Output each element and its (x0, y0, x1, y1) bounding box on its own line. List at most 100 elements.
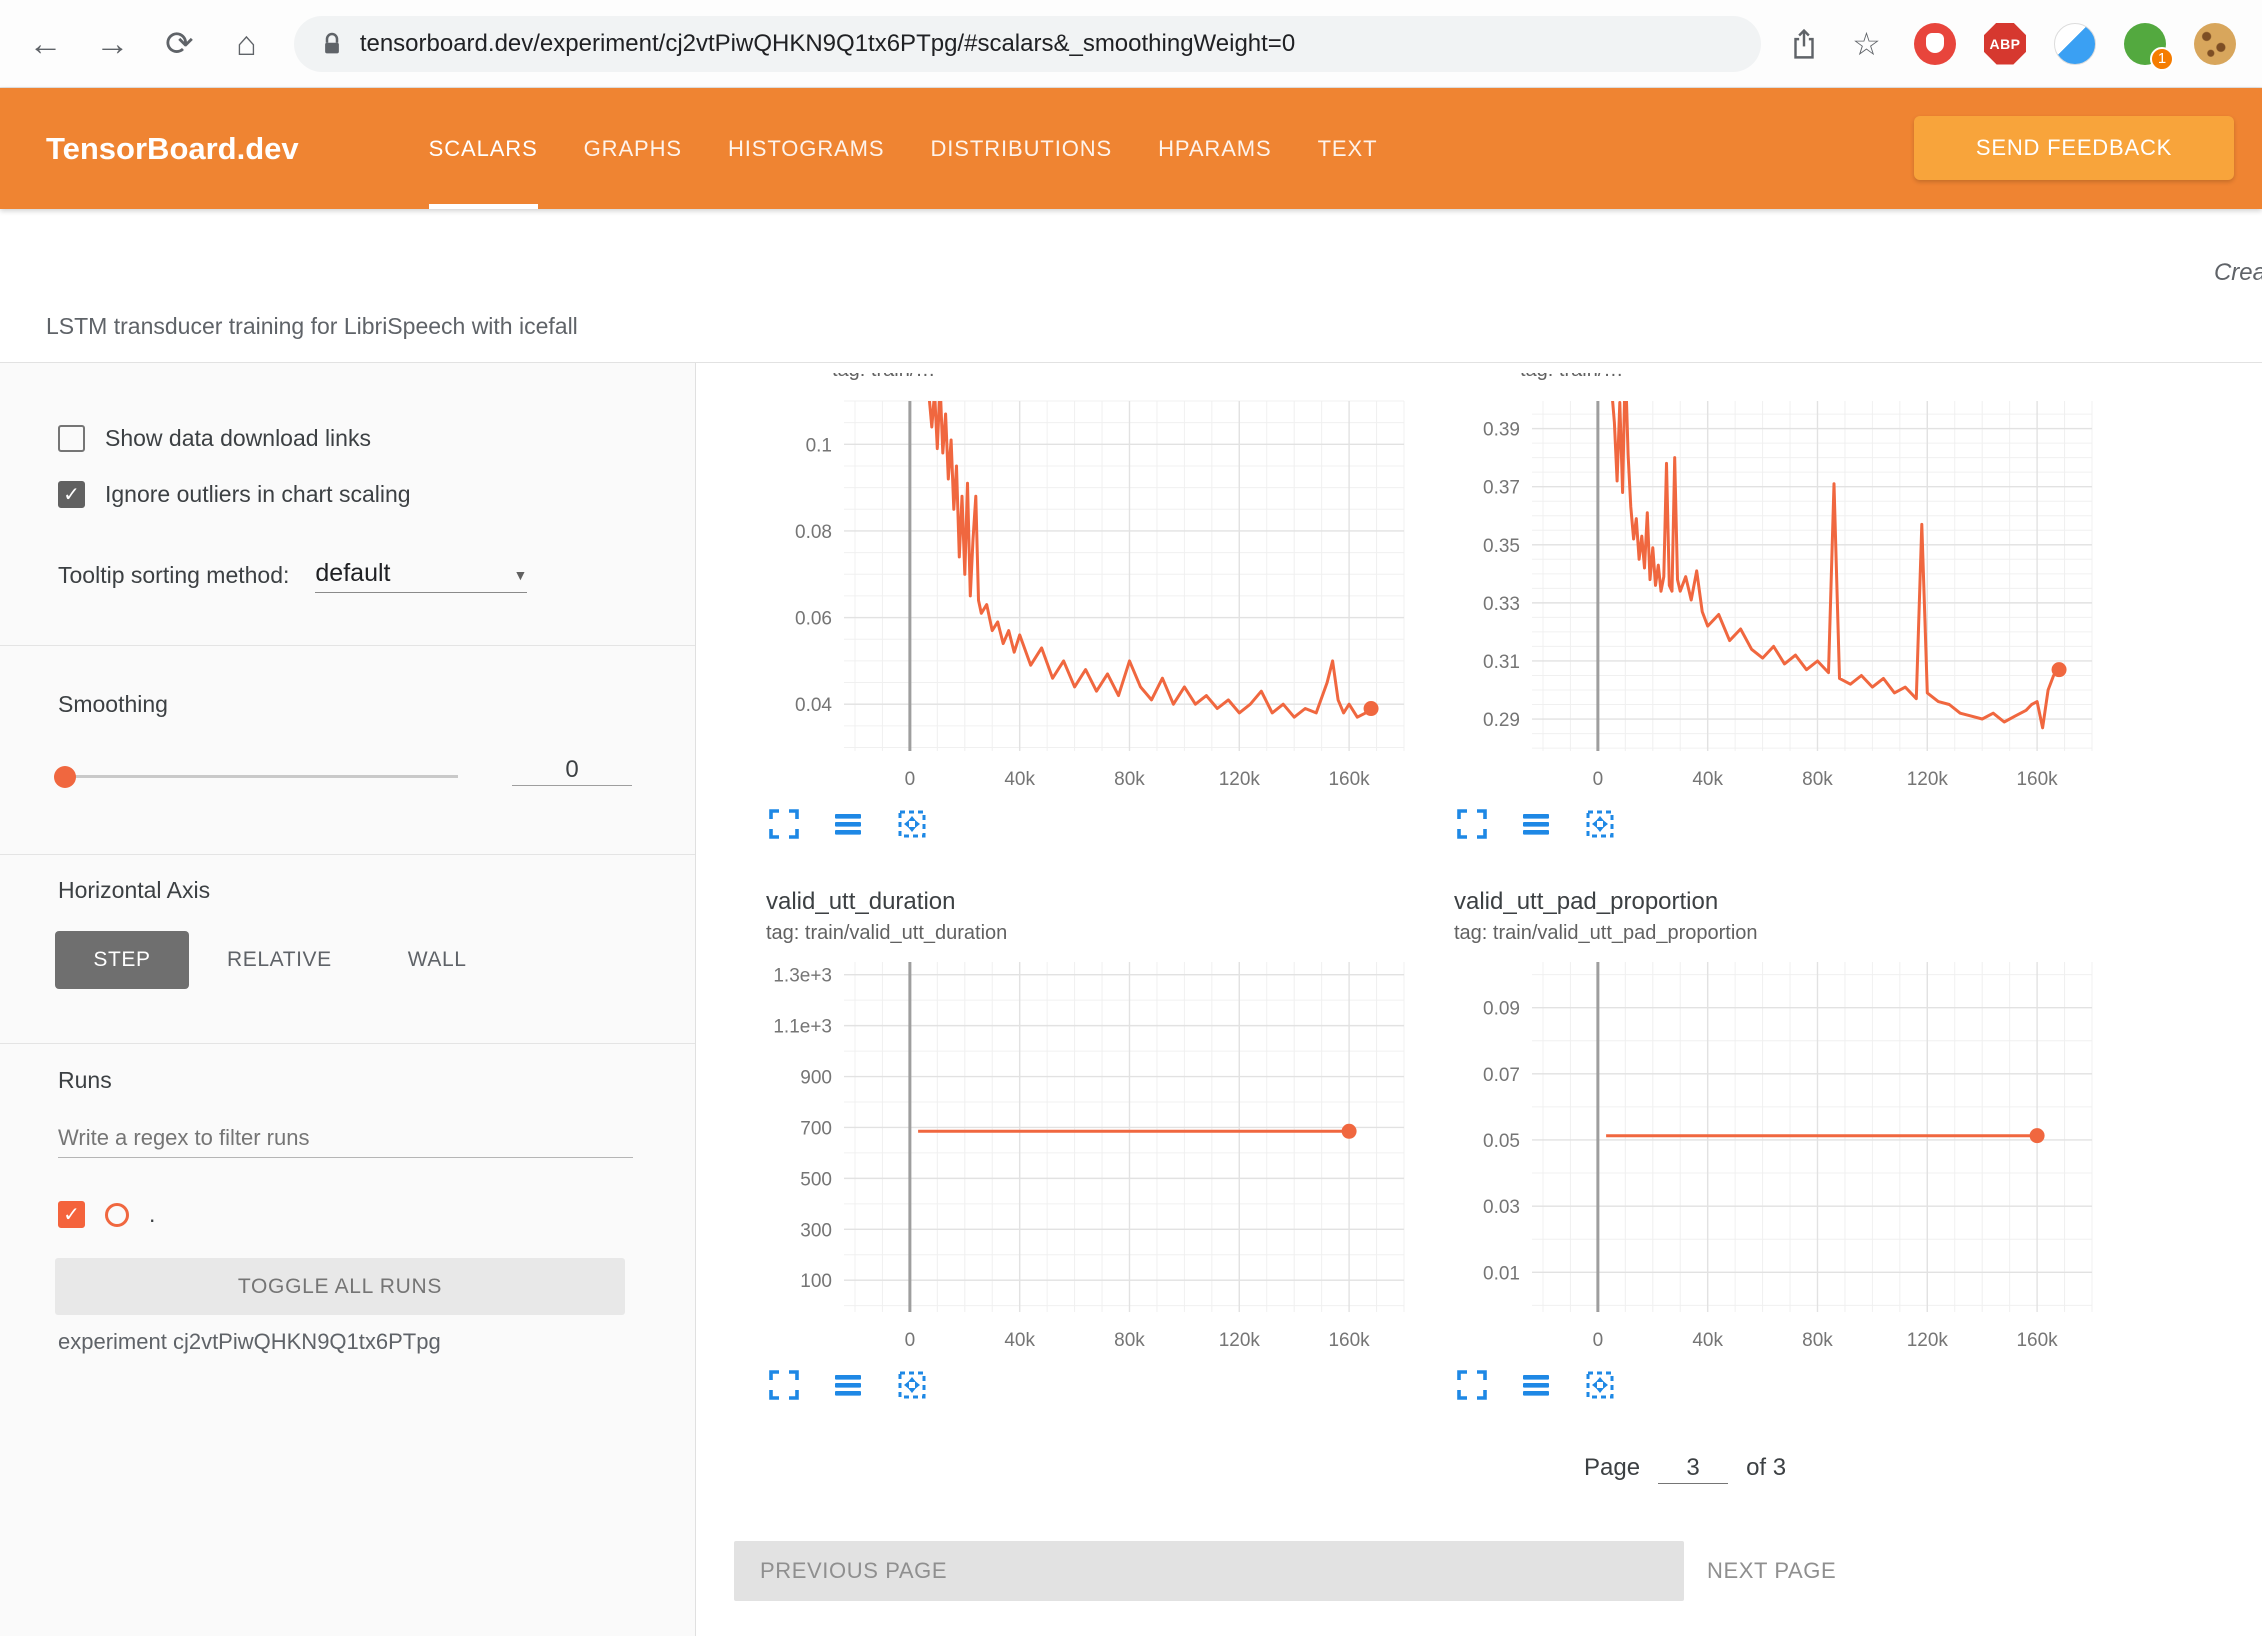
divider (0, 854, 695, 855)
chart-tag: tag: train/valid_utt_duration (766, 922, 1406, 950)
experiment-subheader: Crea LSTM transducer training for LibriS… (0, 209, 2262, 363)
fit-domain-icon[interactable] (894, 807, 930, 843)
svg-text:80k: 80k (1802, 1330, 1833, 1351)
svg-text:0: 0 (905, 1330, 916, 1351)
next-page-button[interactable]: NEXT PAGE (1701, 1541, 1842, 1601)
extension-icon-blue[interactable] (2054, 23, 2096, 65)
fit-domain-icon[interactable] (894, 1368, 930, 1404)
ignore-outliers-label: Ignore outliers in chart scaling (105, 481, 411, 508)
chart-toolbar (1454, 807, 2094, 843)
reload-button[interactable]: ⟳ (160, 27, 199, 61)
extension-icon-cookie[interactable] (2194, 23, 2236, 65)
expand-chart-icon[interactable] (766, 807, 802, 843)
svg-text:0: 0 (905, 769, 916, 790)
log-scale-icon[interactable] (1518, 1368, 1554, 1404)
tab-distributions[interactable]: DISTRIBUTIONS (931, 88, 1113, 209)
extension-badge: 1 (2150, 47, 2174, 71)
smoothing-slider-thumb[interactable] (54, 766, 76, 788)
tab-scalars[interactable]: SCALARS (429, 88, 538, 209)
log-scale-icon[interactable] (830, 1368, 866, 1404)
tooltip-sorting-row: Tooltip sorting method: default ▼ (58, 559, 527, 593)
chart-card-valid-utt-pad-proportion: valid_utt_pad_proportion tag: train/vali… (1454, 888, 2094, 1404)
expand-chart-icon[interactable] (1454, 807, 1490, 843)
expand-chart-icon[interactable] (1454, 1368, 1490, 1404)
ignore-outliers-row: ✓ Ignore outliers in chart scaling (58, 481, 411, 508)
svg-text:300: 300 (800, 1220, 832, 1241)
previous-page-button[interactable]: PREVIOUS PAGE (734, 1541, 1684, 1601)
share-icon[interactable] (1789, 27, 1819, 61)
settings-sidebar: Show data download links ✓ Ignore outlie… (0, 363, 696, 1636)
app-logo: TensorBoard.dev (46, 131, 299, 167)
line-chart-top-left[interactable]: 040k80k120k160k0.040.060.080.1 (766, 395, 1406, 795)
page-number-input[interactable] (1658, 1453, 1728, 1484)
smoothing-value-input[interactable] (512, 755, 632, 786)
chart-title: valid_utt_duration (766, 888, 1406, 922)
tab-histograms[interactable]: HISTOGRAMS (728, 88, 885, 209)
send-feedback-button[interactable]: SEND FEEDBACK (1914, 116, 2234, 180)
axis-wall-button[interactable]: WALL (370, 931, 505, 989)
svg-text:0.37: 0.37 (1483, 478, 1520, 499)
axis-step-button[interactable]: STEP (55, 931, 189, 989)
cropped-chart-header: tag: train/… (832, 373, 1406, 386)
extension-icon-abp[interactable]: ABP (1984, 23, 2026, 65)
log-scale-icon[interactable] (1518, 807, 1554, 843)
svg-text:100: 100 (800, 1271, 832, 1292)
fit-domain-icon[interactable] (1582, 1368, 1618, 1404)
axis-relative-button[interactable]: RELATIVE (189, 931, 370, 989)
svg-text:160k: 160k (1328, 1330, 1370, 1351)
chevron-down-icon: ▼ (514, 567, 528, 588)
tooltip-sorting-value: default (315, 559, 390, 588)
line-chart-valid-utt-duration[interactable]: 040k80k120k160k1003005007009001.1e+31.3e… (766, 956, 1406, 1356)
svg-text:160k: 160k (2016, 1330, 2058, 1351)
tab-hparams[interactable]: HPARAMS (1158, 88, 1271, 209)
horizontal-axis-label: Horizontal Axis (58, 877, 210, 904)
extension-icon-green[interactable]: 1 (2124, 23, 2166, 65)
tooltip-sorting-dropdown[interactable]: default ▼ (315, 559, 527, 593)
bookmark-star-icon[interactable]: ☆ (1847, 28, 1886, 60)
run-checkbox[interactable]: ✓ (58, 1201, 85, 1228)
run-color-circle-icon[interactable] (105, 1203, 129, 1227)
clipped-created-text: Crea (2214, 259, 2262, 287)
show-download-links-checkbox[interactable] (58, 425, 85, 452)
log-scale-icon[interactable] (830, 807, 866, 843)
toggle-all-runs-button[interactable]: TOGGLE ALL RUNS (55, 1258, 625, 1315)
chart-card-top-right: tag: train/… 040k80k120k160k0.290.310.33… (1454, 373, 2094, 843)
browser-toolbar: ← → ⟳ ⌂ tensorboard.dev/experiment/cj2vt… (0, 0, 2262, 88)
svg-text:0.39: 0.39 (1483, 420, 1520, 441)
runs-filter-input[interactable] (58, 1119, 633, 1158)
tab-text[interactable]: TEXT (1318, 88, 1378, 209)
svg-text:0.33: 0.33 (1483, 594, 1520, 615)
svg-text:0.05: 0.05 (1483, 1131, 1520, 1152)
svg-text:80k: 80k (1114, 1330, 1145, 1351)
ignore-outliers-checkbox[interactable]: ✓ (58, 481, 85, 508)
experiment-id-text: experiment cj2vtPiwQHKN9Q1tx6PTpg (58, 1329, 441, 1355)
svg-text:80k: 80k (1802, 769, 1833, 790)
svg-text:900: 900 (800, 1068, 832, 1089)
nav-tabs: SCALARS GRAPHS HISTOGRAMS DISTRIBUTIONS … (429, 88, 1378, 209)
address-bar[interactable]: tensorboard.dev/experiment/cj2vtPiwQHKN9… (294, 16, 1761, 72)
svg-text:0.03: 0.03 (1483, 1197, 1520, 1218)
svg-text:80k: 80k (1114, 769, 1145, 790)
show-download-links-row: Show data download links (58, 425, 371, 452)
tab-graphs[interactable]: GRAPHS (584, 88, 682, 209)
line-chart-top-right[interactable]: 040k80k120k160k0.290.310.330.350.370.39 (1454, 395, 2094, 795)
chart-toolbar (1454, 1368, 2094, 1404)
fit-domain-icon[interactable] (1582, 807, 1618, 843)
smoothing-label: Smoothing (58, 691, 168, 718)
home-button[interactable]: ⌂ (227, 27, 266, 61)
svg-text:40k: 40k (1004, 1330, 1035, 1351)
forward-button[interactable]: → (93, 27, 132, 61)
smoothing-row (58, 763, 638, 790)
extension-icon-red-hand[interactable] (1914, 23, 1956, 65)
expand-chart-icon[interactable] (766, 1368, 802, 1404)
chart-title: valid_utt_pad_proportion (1454, 888, 2094, 922)
page-of-label: of 3 (1746, 1454, 1786, 1482)
smoothing-slider[interactable] (58, 763, 458, 790)
back-button[interactable]: ← (26, 27, 65, 61)
abp-label: ABP (1989, 36, 2020, 52)
line-chart-valid-utt-pad-proportion[interactable]: 040k80k120k160k0.010.030.050.070.09 (1454, 956, 2094, 1356)
svg-text:0.09: 0.09 (1483, 999, 1520, 1020)
svg-text:0.07: 0.07 (1483, 1065, 1520, 1086)
chart-card-valid-utt-duration: valid_utt_duration tag: train/valid_utt_… (766, 888, 1406, 1404)
svg-text:0.01: 0.01 (1483, 1263, 1520, 1284)
